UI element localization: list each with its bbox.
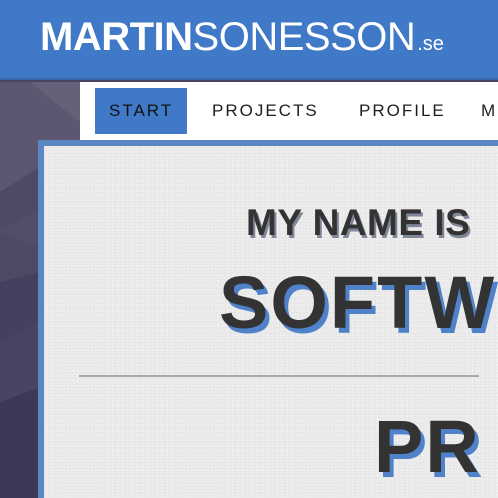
nav-item-profile[interactable]: PROFILE [359,88,446,134]
nav-item-projects[interactable]: PROJECTS [212,88,319,134]
main-nav: START PROJECTS PROFILE M [80,82,498,140]
logo-last-name: SONESSON [192,15,416,59]
content-panel: MY NAME IS SOFTW PR [44,146,498,498]
site-header: MARTINSONESSON .se [0,0,498,80]
site-logo[interactable]: MARTINSONESSON .se [40,15,444,68]
subhead-text: PR [374,405,481,488]
nav-item-start[interactable]: START [95,88,188,134]
nav-item-more[interactable]: M [481,88,497,134]
headline-text: SOFTW [219,261,497,344]
logo-first-name: MARTIN [40,15,193,59]
divider [79,375,479,377]
logo-tld: .se [417,33,444,55]
intro-text: MY NAME IS [246,202,471,243]
